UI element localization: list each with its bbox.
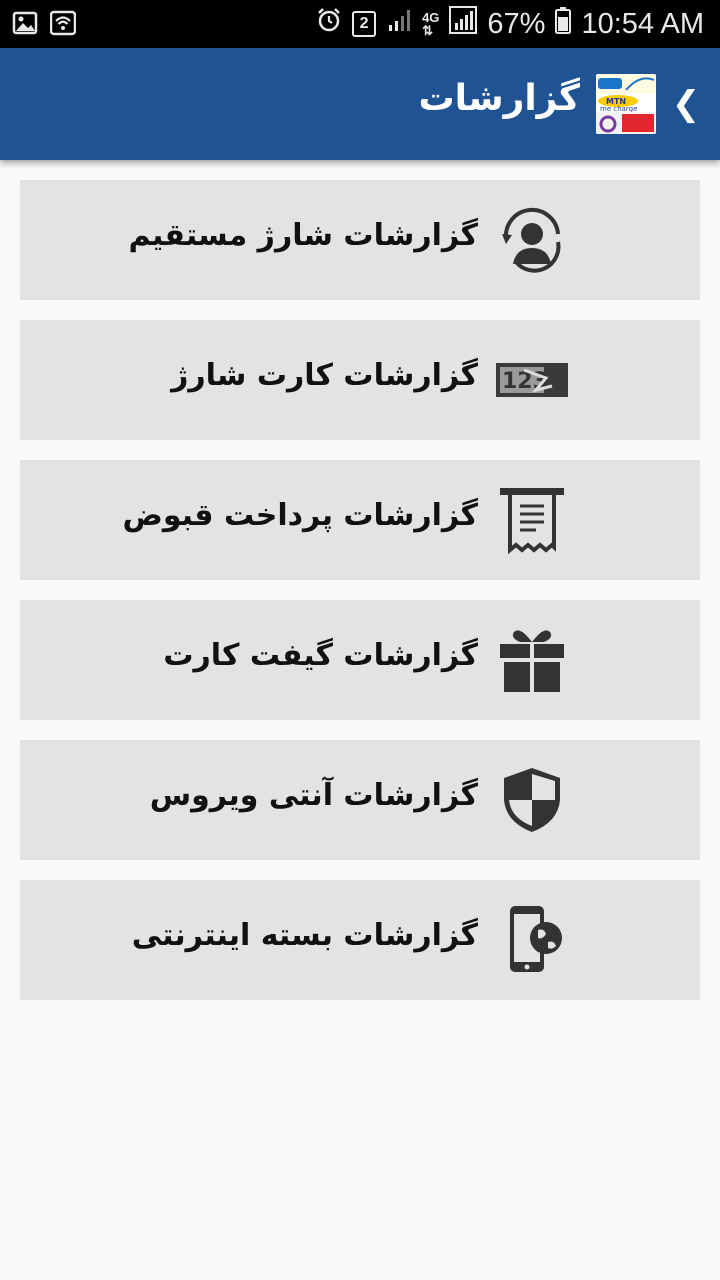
notification-count-badge: 2 bbox=[352, 11, 377, 37]
operators-logo-icon: MTN me charge bbox=[596, 74, 656, 134]
app-bar: ❮ MTN me charge گزارشات bbox=[0, 48, 720, 160]
shield-icon bbox=[496, 764, 568, 836]
signal-icon bbox=[449, 6, 478, 42]
mobile-internet-icon bbox=[496, 904, 568, 976]
menu-item-label: گزارشات آنتی ویروس bbox=[149, 778, 478, 813]
menu-item-charge-card-reports[interactable]: 123 گزارشات کارت شارژ bbox=[20, 320, 700, 440]
menu-item-label: گزارشات بسته اینترنتی bbox=[131, 918, 478, 953]
network-type: 4G ⇅ bbox=[422, 10, 440, 38]
menu-item-bill-payment-reports[interactable]: گزارشات پرداخت قبوض bbox=[20, 460, 700, 580]
image-notification-icon bbox=[12, 10, 38, 40]
wifi-calling-icon bbox=[49, 10, 77, 40]
alarm-icon bbox=[316, 7, 342, 41]
menu-item-label: گزارشات شارژ مستقیم bbox=[128, 218, 478, 253]
scratch-card-icon: 123 bbox=[496, 344, 568, 416]
battery-percent: 67% bbox=[487, 7, 546, 40]
status-bar: 2 4G ⇅ 67% 10:54 AM bbox=[0, 0, 720, 48]
menu-item-internet-package-reports[interactable]: گزارشات بسته اینترنتی bbox=[20, 880, 700, 1000]
receipt-icon bbox=[496, 484, 568, 556]
clock: 10:54 AM bbox=[581, 7, 704, 40]
menu-item-antivirus-reports[interactable]: گزارشات آنتی ویروس bbox=[20, 740, 700, 860]
menu-item-label: گزارشات کارت شارژ bbox=[171, 358, 478, 393]
page-title: گزارشات bbox=[418, 78, 581, 119]
signal-weak-icon bbox=[386, 7, 412, 41]
reports-menu: گزارشات شارژ مستقیم 123 گزارشات کارت شار… bbox=[20, 180, 700, 1020]
menu-item-gift-card-reports[interactable]: گزارشات گیفت کارت bbox=[20, 600, 700, 720]
menu-item-label: گزارشات گیفت کارت bbox=[163, 638, 478, 673]
gift-icon bbox=[496, 624, 568, 696]
menu-item-label: گزارشات پرداخت قبوض bbox=[122, 498, 478, 533]
menu-item-direct-charge-reports[interactable]: گزارشات شارژ مستقیم bbox=[20, 180, 700, 300]
battery-icon bbox=[555, 6, 572, 42]
chevron-left-icon: ❮ bbox=[671, 84, 701, 124]
back-button[interactable]: ❮ bbox=[666, 76, 706, 132]
support-agent-icon bbox=[496, 204, 568, 276]
svg-text:me charge: me charge bbox=[600, 105, 637, 113]
